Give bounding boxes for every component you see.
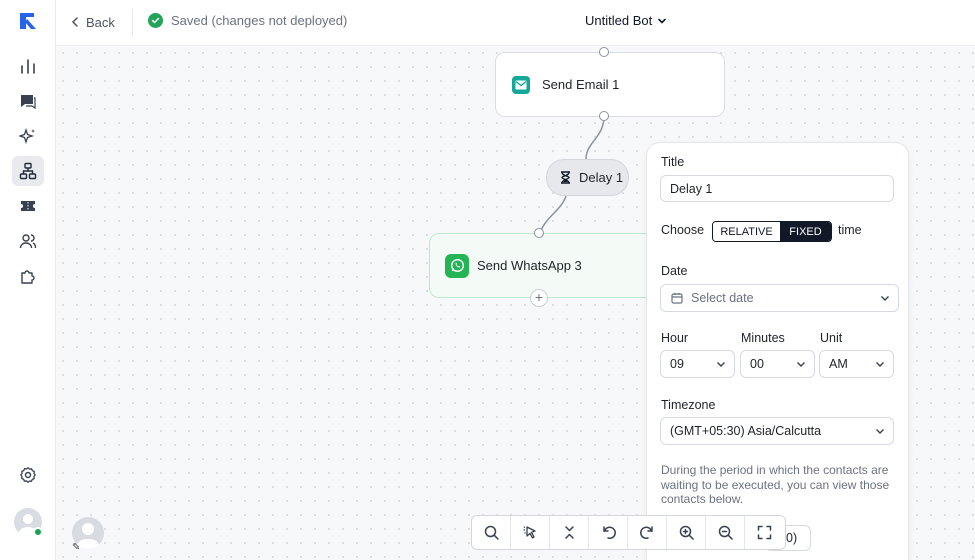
contacts-icon — [19, 234, 37, 249]
calendar-icon — [671, 293, 683, 304]
chat-icon — [21, 95, 36, 110]
minutes-label: Minutes — [741, 331, 785, 345]
waiting-contacts-help: During the period in which the contacts … — [661, 463, 890, 506]
canvas-toolbar — [471, 515, 786, 550]
date-label: Date — [661, 264, 688, 278]
sidebar — [0, 0, 56, 560]
sidebar-item-settings[interactable] — [12, 460, 44, 490]
undo-button[interactable] — [589, 516, 628, 549]
bot-title: Untitled Bot — [585, 13, 653, 28]
node-label: Delay 1 — [579, 170, 624, 185]
delay-settings-panel: Title Delay 1 Choose RELATIVE FIXED time… — [646, 142, 909, 560]
node-output-port[interactable] — [599, 111, 609, 121]
undo-icon — [602, 526, 616, 540]
save-status-text: Saved (changes not deployed) — [171, 13, 348, 28]
fullscreen-icon — [757, 525, 772, 540]
chevron-down-icon — [717, 362, 725, 367]
zoom-out-button[interactable] — [706, 516, 745, 549]
zoom-in-button[interactable] — [667, 516, 706, 549]
chevron-down-icon — [658, 18, 667, 24]
sidebar-item-contacts[interactable] — [12, 226, 44, 256]
check-circle-icon — [148, 13, 163, 28]
add-node-button[interactable]: + — [530, 289, 548, 307]
delay-mode-toggle: RELATIVE FIXED — [712, 221, 832, 242]
node-input-port[interactable] — [599, 47, 609, 57]
view-contacts-count: 0) — [786, 531, 798, 545]
title-input-value: Delay 1 — [670, 181, 713, 196]
zoom-out-icon — [718, 525, 733, 540]
top-bar: Back Saved (changes not deployed) Untitl… — [56, 0, 975, 46]
sparkles-icon — [19, 127, 35, 145]
email-icon — [512, 75, 530, 94]
search-icon — [484, 525, 499, 540]
unit-label: Unit — [820, 331, 843, 345]
sidebar-item-ai[interactable] — [12, 121, 44, 151]
redo-button[interactable] — [628, 516, 667, 549]
save-status: Saved (changes not deployed) — [148, 13, 347, 28]
fixed-option[interactable]: FIXED — [780, 222, 831, 241]
node-label: Send Email 1 — [542, 77, 620, 92]
magic-select-icon — [522, 526, 536, 539]
hourglass-icon — [561, 171, 570, 184]
hour-label: Hour — [661, 331, 689, 345]
timezone-label: Timezone — [661, 398, 716, 412]
settings-icon — [20, 467, 36, 483]
sidebar-item-integrations[interactable] — [12, 261, 44, 291]
timezone-value: (GMT+05:30) Asia/Calcutta — [670, 424, 822, 438]
time-suffix-label: time — [838, 223, 862, 237]
sidebar-item-chats[interactable] — [12, 86, 44, 116]
sidebar-item-tickets[interactable] — [12, 191, 44, 221]
divider — [132, 9, 133, 37]
chevron-down-icon — [881, 296, 889, 301]
tickets-icon — [21, 201, 35, 211]
online-status-dot — [33, 527, 43, 537]
chevron-down-icon — [797, 362, 805, 367]
send-whatsapp-node[interactable]: Send WhatsApp 3 — [429, 233, 659, 298]
whatsapp-icon — [445, 253, 469, 278]
minutes-value: 00 — [750, 357, 764, 371]
redo-icon — [639, 526, 653, 540]
collapse-button[interactable] — [550, 516, 589, 549]
hour-value: 09 — [670, 357, 684, 371]
zoom-in-icon — [679, 525, 694, 540]
choose-label: Choose — [661, 223, 705, 237]
magic-select-button[interactable] — [511, 516, 550, 549]
node-label: Send WhatsApp 3 — [477, 258, 582, 273]
search-button[interactable] — [472, 516, 511, 549]
chevron-left-icon — [71, 17, 78, 27]
date-placeholder: Select date — [691, 291, 754, 305]
unit-select[interactable]: AM — [819, 350, 894, 378]
pencil-icon[interactable]: ✎ — [72, 542, 80, 553]
chevron-down-icon — [876, 362, 884, 367]
sidebar-item-flows[interactable] — [12, 156, 44, 186]
chevron-down-icon — [876, 429, 884, 434]
integrations-icon — [21, 270, 35, 284]
flow-builder-icon — [19, 162, 37, 180]
brand-logo[interactable] — [17, 11, 39, 31]
relative-option[interactable]: RELATIVE — [713, 222, 780, 241]
fullscreen-button[interactable] — [745, 516, 784, 549]
back-button[interactable]: Back — [70, 12, 115, 32]
send-email-node[interactable]: Send Email 1 — [495, 52, 725, 117]
node-input-port[interactable] — [534, 228, 544, 238]
date-picker[interactable]: Select date — [660, 284, 899, 312]
sidebar-item-analytics[interactable] — [12, 51, 44, 81]
title-label: Title — [661, 155, 685, 169]
minutes-select[interactable]: 00 — [740, 350, 815, 378]
bot-title-dropdown[interactable]: Untitled Bot — [585, 13, 667, 28]
collapse-icon — [564, 526, 574, 539]
unit-value: AM — [829, 357, 848, 371]
hour-select[interactable]: 09 — [660, 350, 735, 378]
title-input[interactable]: Delay 1 — [660, 175, 894, 202]
timezone-select[interactable]: (GMT+05:30) Asia/Calcutta — [660, 417, 894, 445]
back-label: Back — [86, 14, 115, 30]
delay-node[interactable]: Delay 1 — [546, 159, 629, 196]
analytics-icon — [21, 59, 35, 74]
